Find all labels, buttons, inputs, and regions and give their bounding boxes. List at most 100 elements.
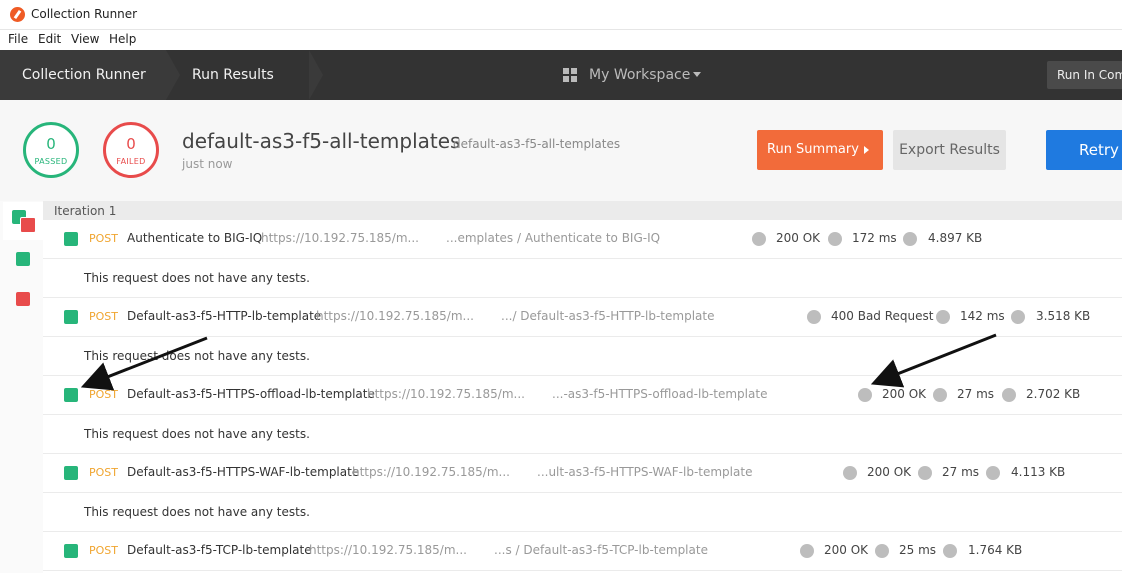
pass-status-icon [64,466,78,480]
response-status: 200 OK [776,231,821,245]
response-size: 3.518 KB [1036,309,1091,323]
response-status: 200 OK [882,387,927,401]
size-dot-icon [943,544,957,558]
request-url: https://10.192.75.185/m... [316,309,474,323]
request-path: ...s / Default-as3-f5-TCP-lb-template [494,543,708,557]
response-size: 4.113 KB [1011,465,1066,479]
request-row[interactable]: POST Default-as3-f5-HTTPS-WAF-lb-templat… [43,454,1122,493]
export-results-button[interactable]: Export Results [893,130,1006,170]
size-dot-icon [986,466,1000,480]
title-bar: Collection Runner [0,0,1122,30]
breadcrumb-collection-runner[interactable]: Collection Runner [22,50,146,100]
run-summary-button[interactable]: Run Summary [757,130,883,170]
response-time: 172 ms [852,231,897,245]
no-tests-message: This request does not have any tests. [84,505,310,519]
test-results-row: This request does not have any tests. [43,259,1122,298]
status-dot-icon [843,466,857,480]
pass-square-icon [16,252,30,266]
caret-right-icon [864,146,869,154]
no-tests-message: This request does not have any tests. [84,271,310,285]
menu-help[interactable]: Help [109,32,136,46]
request-method: POST [89,388,118,401]
response-status: 200 OK [867,465,912,479]
pass-status-icon [64,388,78,402]
iteration-header: Iteration 1 [43,201,1122,220]
request-row[interactable]: POST Default-as3-f5-HTTP-lb-template htt… [43,298,1122,337]
size-dot-icon [903,232,917,246]
request-url: https://10.192.75.185/m... [261,231,419,245]
request-results-list: POST Authenticate to BIG-IQ https://10.1… [43,220,1122,573]
test-results-row: This request does not have any tests. [43,493,1122,532]
request-path: .../ Default-as3-f5-HTTP-lb-template [501,309,715,323]
no-tests-message: This request does not have any tests. [84,427,310,441]
menu-view[interactable]: View [71,32,99,46]
sidebar-filter-failed[interactable] [3,280,43,318]
run-in-command-line-button[interactable]: Run In Command Line [1047,61,1122,89]
menu-file[interactable]: File [8,32,28,46]
failed-counter: 0 FAILED [103,122,159,178]
breadcrumb-separator [309,50,323,100]
time-dot-icon [936,310,950,324]
sidebar-iteration-all[interactable] [3,202,43,240]
request-row[interactable]: POST Default-as3-f5-TCP-lb-template http… [43,532,1122,571]
no-tests-message: This request does not have any tests. [84,349,310,363]
request-method: POST [89,466,118,479]
request-row[interactable]: POST Authenticate to BIG-IQ https://10.1… [43,220,1122,259]
breadcrumb-run-results[interactable]: Run Results [192,50,274,100]
failed-count: 0 [126,135,136,153]
runner-header: Collection Runner Run Results My Workspa… [0,50,1122,100]
sidebar-filter-passed[interactable] [3,240,43,278]
run-timestamp: just now [182,157,233,171]
run-summary-label: Run Summary [767,142,859,157]
request-name: Default-as3-f5-HTTPS-offload-lb-template [127,387,375,401]
fail-square-icon [20,217,36,233]
response-size: 1.764 KB [968,543,1023,557]
passed-label: PASSED [34,157,68,166]
request-row[interactable]: POST Default-as3-f5-HTTPS-offload-lb-tem… [43,376,1122,415]
menu-edit[interactable]: Edit [38,32,61,46]
request-url: https://10.192.75.185/m... [367,387,525,401]
response-status: 400 Bad Request [831,309,934,323]
request-name: Default-as3-f5-HTTPS-WAF-lb-template [127,465,360,479]
status-dot-icon [807,310,821,324]
pass-status-icon [64,544,78,558]
time-dot-icon [875,544,889,558]
breadcrumb-separator [166,50,180,100]
passed-counter: 0 PASSED [23,122,79,178]
iteration-label: Iteration 1 [54,204,117,218]
request-url: https://10.192.75.185/m... [309,543,467,557]
run-collection-name: default-as3-f5-all-templates [182,129,461,153]
status-dot-icon [858,388,872,402]
request-method: POST [89,310,118,323]
grid-icon [563,68,578,83]
status-dot-icon [800,544,814,558]
request-name: Authenticate to BIG-IQ [127,231,263,245]
status-dot-icon [752,232,766,246]
test-results-row: This request does not have any tests. [43,415,1122,454]
menu-bar: File Edit View Help [0,30,1122,50]
passed-count: 0 [46,135,56,153]
time-dot-icon [918,466,932,480]
time-dot-icon [828,232,842,246]
test-results-row: This request does not have any tests. [43,337,1122,376]
pass-status-icon [64,310,78,324]
request-name: Default-as3-f5-TCP-lb-template [127,543,312,557]
postman-logo-icon [10,7,25,22]
response-size: 2.702 KB [1026,387,1081,401]
request-method: POST [89,544,118,557]
request-name: Default-as3-f5-HTTP-lb-template [127,309,322,323]
response-time: 27 ms [942,465,980,479]
time-dot-icon [933,388,947,402]
failed-label: FAILED [116,157,146,166]
size-dot-icon [1002,388,1016,402]
size-dot-icon [1011,310,1025,324]
request-method: POST [89,232,118,245]
run-environment-name: default-as3-f5-all-templates [453,137,621,151]
response-status: 200 OK [824,543,869,557]
iteration-sidebar [0,201,44,573]
request-path: ...ult-as3-f5-HTTPS-WAF-lb-template [537,465,753,479]
chevron-down-icon [693,72,701,77]
response-time: 25 ms [899,543,937,557]
pass-status-icon [64,232,78,246]
retry-button[interactable]: Retry [1046,130,1122,170]
